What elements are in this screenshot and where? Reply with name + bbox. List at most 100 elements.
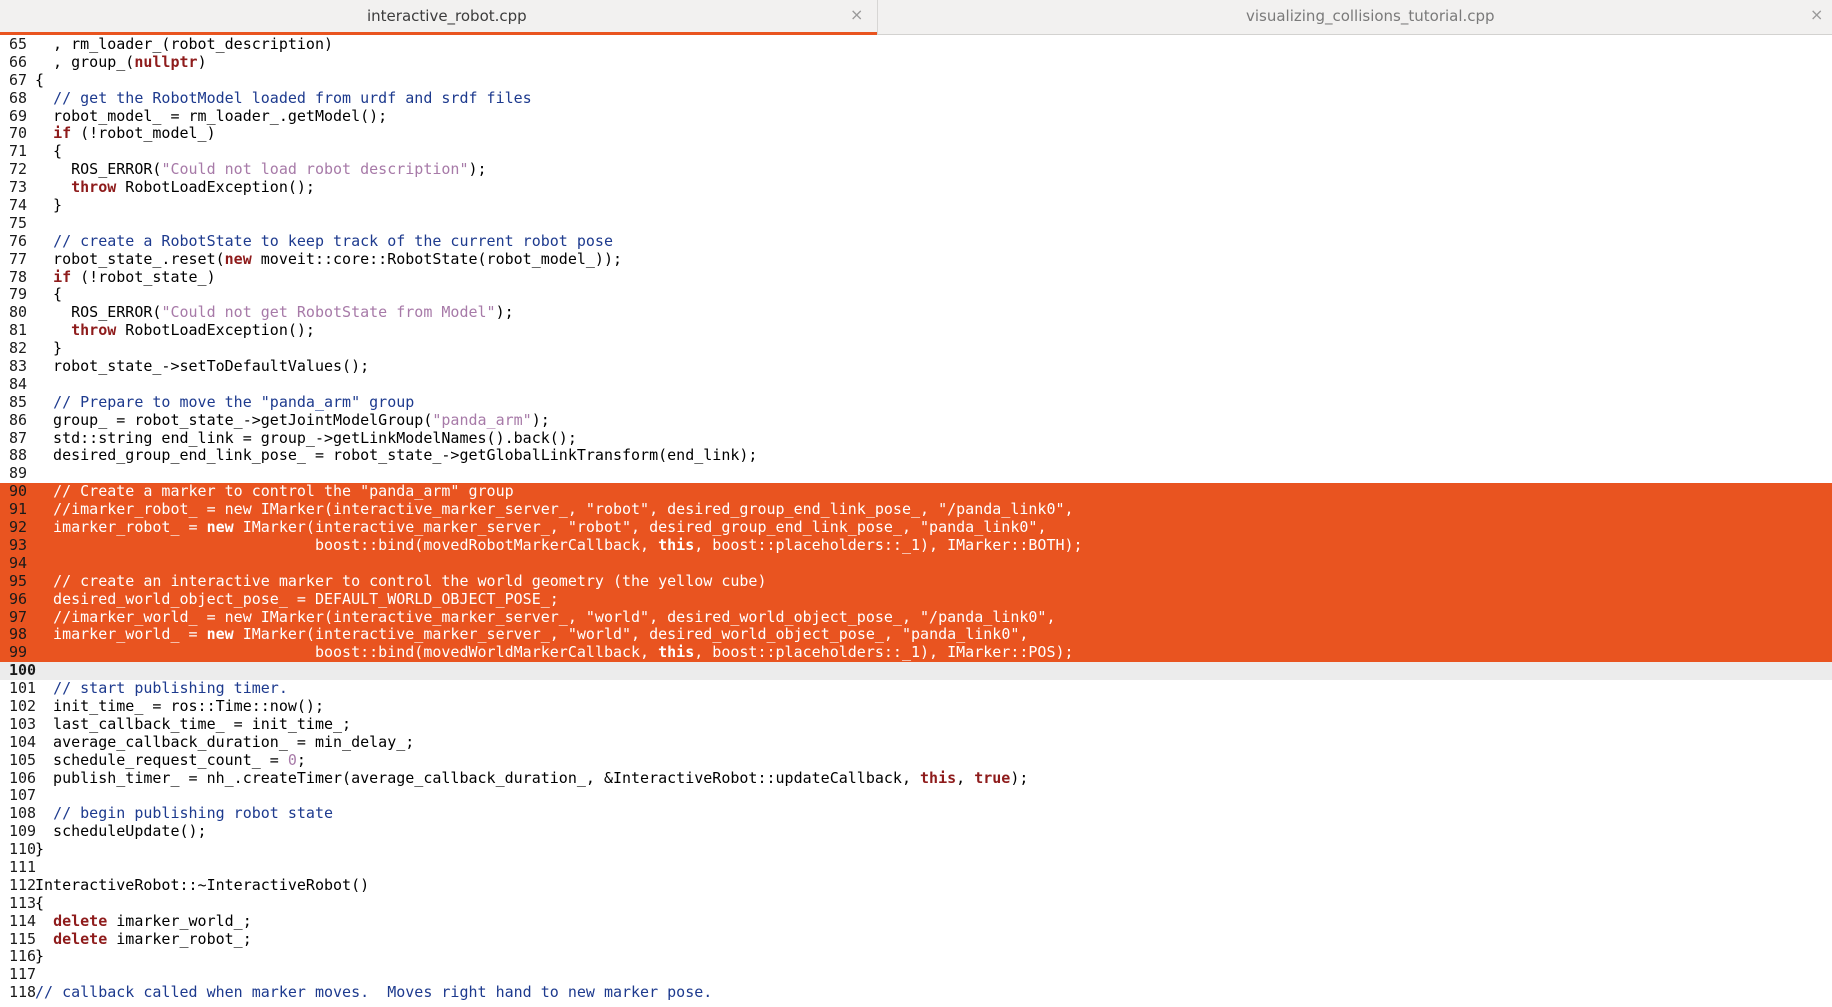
code-line[interactable]: 67 { <box>0 71 1832 90</box>
code-line[interactable]: 80 ROS_ERROR("Could not get RobotState f… <box>0 303 1832 322</box>
code-text: publish_timer_ = nh_.createTimer(average… <box>35 768 1029 788</box>
code-text: // Create a marker to control the "panda… <box>35 482 514 501</box>
code-line[interactable]: 74 } <box>0 196 1832 215</box>
code-text: InteractiveRobot::~InteractiveRobot() <box>35 876 369 895</box>
tab-interactive-robot[interactable]: interactive_robot.cpp × <box>0 0 877 35</box>
code-token: ); <box>531 410 550 429</box>
code-token: , <box>956 768 975 787</box>
code-line[interactable]: 116} <box>0 947 1832 966</box>
close-icon[interactable]: × <box>850 5 863 25</box>
code-line[interactable]: 102 init_time_ = ros::Time::now(); <box>0 696 1832 716</box>
code-line[interactable]: 81 throw RobotLoadException(); <box>0 321 1832 340</box>
line-number: 113 <box>9 893 37 912</box>
code-token: last_callback_time_ = init_time_; <box>35 714 352 733</box>
code-line[interactable]: 111 <box>0 858 1832 877</box>
code-line[interactable]: 98 imarker_world_ = new IMarker(interact… <box>0 625 1832 645</box>
code-line[interactable]: 90 // Create a marker to control the "pa… <box>0 482 1832 502</box>
close-icon[interactable]: × <box>1810 5 1823 25</box>
code-line[interactable]: 93 boost::bind(movedRobotMarkerCallback,… <box>0 535 1832 555</box>
line-number: 93 <box>9 535 28 554</box>
code-line[interactable]: 99 boost::bind(movedWorldMarkerCallback,… <box>0 643 1832 663</box>
code-line[interactable]: 106 publish_timer_ = nh_.createTimer(ave… <box>0 768 1832 788</box>
code-token: // callback called when marker moves. Mo… <box>35 983 713 1002</box>
code-line[interactable]: 100 <box>0 661 1832 681</box>
code-token: IMarker(interactive_marker_server_, <box>233 625 568 644</box>
code-text: throw RobotLoadException(); <box>35 321 315 340</box>
code-line[interactable]: 107 <box>0 787 1832 805</box>
code-line[interactable]: 84 <box>0 375 1832 394</box>
code-token: throw <box>71 321 117 340</box>
line-number: 70 <box>9 124 28 143</box>
code-line[interactable]: 76 // create a RobotState to keep track … <box>0 231 1832 251</box>
code-line[interactable]: 66 , group_(nullptr) <box>0 53 1832 72</box>
code-line[interactable]: 85 // Prepare to move the "panda_arm" gr… <box>0 393 1832 412</box>
code-line[interactable]: 75 <box>0 214 1832 233</box>
code-line[interactable]: 72 ROS_ERROR("Could not load robot descr… <box>0 160 1832 179</box>
code-line[interactable]: 114 delete imarker_world_; <box>0 912 1832 931</box>
code-line[interactable]: 70 if (!robot_model_) <box>0 125 1832 143</box>
code-text: ROS_ERROR("Could not load robot descript… <box>35 160 486 179</box>
line-number: 81 <box>9 321 28 340</box>
code-token: } <box>35 196 63 215</box>
code-line[interactable]: 101 // start publishing timer. <box>0 679 1832 698</box>
code-line[interactable]: 68 // get the RobotModel loaded from urd… <box>0 89 1832 108</box>
code-line[interactable]: 97 //imarker_world_ = new IMarker(intera… <box>0 608 1832 627</box>
code-token: IMarker(interactive_marker_server_, <box>233 518 568 537</box>
code-token: desired_group_end_link_pose_ = robot_sta… <box>35 446 758 465</box>
code-line[interactable]: 103 last_callback_time_ = init_time_; <box>0 714 1832 734</box>
line-number: 80 <box>9 303 28 322</box>
code-text: // begin publishing robot state <box>35 804 333 823</box>
line-number: 91 <box>9 500 28 519</box>
tab-visualizing-collisions-tutorial[interactable]: visualizing_collisions_tutorial.cpp × <box>877 0 1832 35</box>
code-text: //imarker_world_ = new IMarker(interacti… <box>35 608 1055 627</box>
code-text: } <box>35 196 63 215</box>
line-number: 108 <box>9 804 37 823</box>
code-line[interactable]: 77 robot_state_.reset(new moveit::core::… <box>0 249 1832 269</box>
code-token: ROS_ERROR( <box>35 160 162 179</box>
code-text: boost::bind(movedWorldMarkerCallback, th… <box>35 643 1074 662</box>
code-line[interactable]: 78 if (!robot_state_) <box>0 268 1832 287</box>
code-editor[interactable]: 65 , rm_loader_(robot_description) 66 , g… <box>0 36 1832 1007</box>
code-token: , boost::placeholders::_1), IMarker::POS… <box>694 643 1074 662</box>
code-line[interactable]: 109 scheduleUpdate(); <box>0 822 1832 841</box>
code-line[interactable]: 112 InteractiveRobot::~InteractiveRobot() <box>0 876 1832 895</box>
code-line[interactable]: 79 { <box>0 286 1832 304</box>
line-number: 77 <box>9 249 28 268</box>
code-line[interactable]: 69 robot_model_ = rm_loader_.getModel(); <box>0 107 1832 126</box>
code-line[interactable]: 86 group_ = robot_state_->getJointModelG… <box>0 410 1832 430</box>
code-line[interactable]: 105 schedule_request_count_ = 0; <box>0 751 1832 770</box>
code-token: } <box>35 840 45 859</box>
code-line[interactable]: 91 //imarker_robot_ = new IMarker(intera… <box>0 500 1832 520</box>
code-line[interactable]: 96 desired_world_object_pose_ = DEFAULT_… <box>0 590 1832 609</box>
code-token: , <box>1019 625 1029 644</box>
code-line[interactable]: 108 // begin publishing robot state <box>0 804 1832 823</box>
line-number: 116 <box>9 947 37 966</box>
tab-bar: interactive_robot.cpp × visualizing_coll… <box>0 0 1832 35</box>
code-line[interactable]: 88 desired_group_end_link_pose_ = robot_… <box>0 447 1832 465</box>
line-number: 102 <box>9 696 37 715</box>
code-line[interactable]: 118// callback called when marker moves.… <box>0 983 1832 1002</box>
line-number: 92 <box>9 518 28 537</box>
code-line[interactable]: 115 delete imarker_robot_; <box>0 930 1832 949</box>
code-line[interactable]: 87 std::string end_link = group_->getLin… <box>0 428 1832 448</box>
code-line[interactable]: 104 average_callback_duration_ = min_del… <box>0 733 1832 752</box>
code-line[interactable]: 95 // create an interactive marker to co… <box>0 572 1832 591</box>
code-line[interactable]: 71 { <box>0 142 1832 161</box>
code-line[interactable]: 89 <box>0 464 1832 483</box>
code-line[interactable]: 82 } <box>0 339 1832 358</box>
line-number: 76 <box>9 231 28 250</box>
code-text: scheduleUpdate(); <box>35 822 207 841</box>
code-token: ); <box>1010 768 1029 787</box>
code-line[interactable]: 73 throw RobotLoadException(); <box>0 178 1832 197</box>
code-line[interactable]: 113{ <box>0 893 1832 913</box>
code-line[interactable]: 110} <box>0 840 1832 859</box>
code-line[interactable]: 92 imarker_robot_ = new IMarker(interact… <box>0 518 1832 537</box>
code-line[interactable]: 65 , rm_loader_(robot_description) <box>0 36 1832 54</box>
code-text: imarker_world_ = new IMarker(interactive… <box>35 625 1029 644</box>
code-token: std::string end_link = group_->getLinkMo… <box>35 428 577 447</box>
code-line[interactable]: 117 <box>0 965 1832 984</box>
code-line[interactable]: 94 <box>0 554 1832 573</box>
code-line[interactable]: 83 robot_state_->setToDefaultValues(); <box>0 357 1832 376</box>
